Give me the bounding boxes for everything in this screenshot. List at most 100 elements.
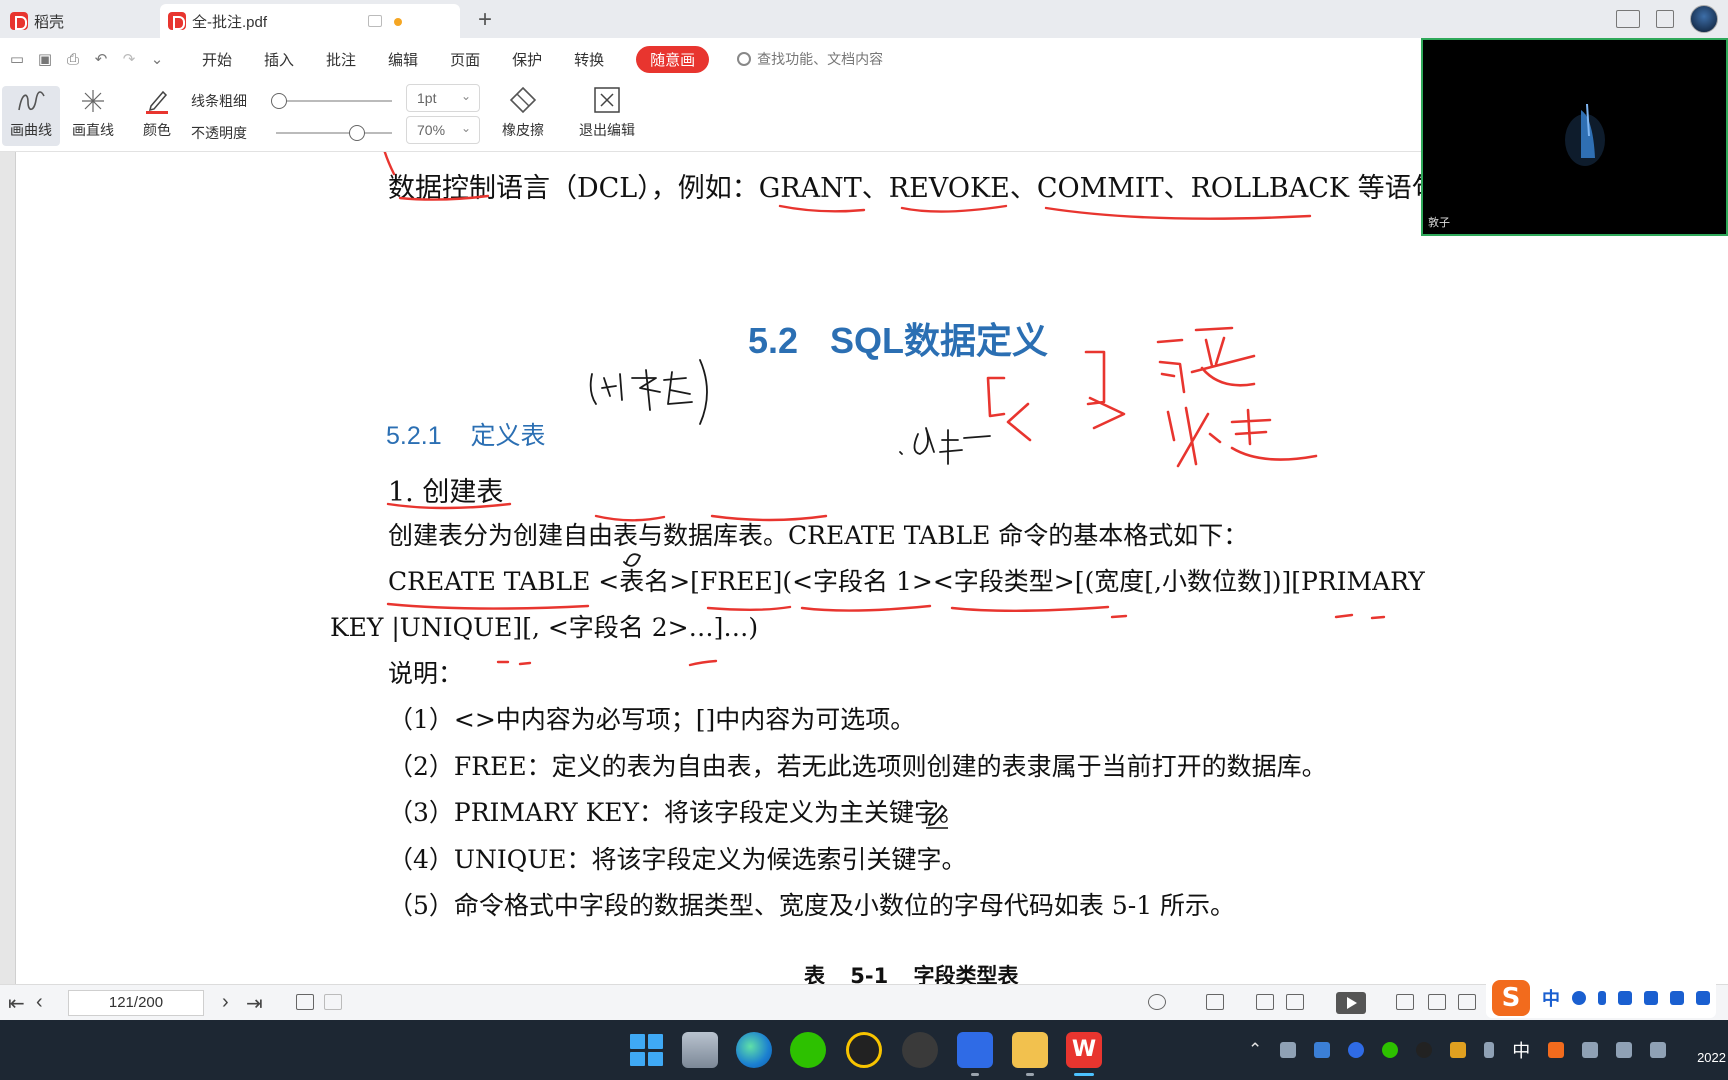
line-width-dropdown[interactable]: 1pt ⌄ [406, 84, 480, 112]
moon-icon[interactable] [1572, 991, 1586, 1005]
edge-browser-icon[interactable] [736, 1032, 772, 1068]
qq-icon[interactable] [846, 1032, 882, 1068]
menu-edit[interactable]: 编辑 [388, 49, 418, 70]
draw-line-button[interactable]: 画直线 [64, 86, 122, 146]
back-view-icon[interactable] [296, 994, 314, 1010]
running-indicator [1026, 1073, 1034, 1076]
quick-access-more-icon[interactable]: ⌄ [146, 50, 168, 68]
next-page-icon[interactable]: › [222, 991, 229, 1014]
eye-protect-icon[interactable] [1148, 994, 1166, 1010]
exit-edit-label: 退出编辑 [579, 122, 635, 138]
eraser-label: 橡皮擦 [502, 122, 544, 138]
opacity-value: 70% [417, 122, 446, 138]
pdf-page-view[interactable]: 数据控制语言（DCL），例如：GRANT、REVOKE、COMMIT、ROLLB… [0, 152, 1728, 988]
forward-view-icon[interactable] [324, 994, 342, 1010]
punctuation-icon[interactable] [1598, 991, 1606, 1005]
subsection-heading: 5.2.1 定义表 [386, 422, 546, 450]
ime-toolbar[interactable]: S 中 [1486, 978, 1716, 1018]
skin-icon[interactable] [1670, 991, 1684, 1005]
participant-video-icon [1565, 103, 1605, 166]
dual-page-icon[interactable] [1286, 994, 1304, 1010]
wechat-tray-icon[interactable] [1382, 1042, 1399, 1058]
undo-icon[interactable]: ↶ [90, 50, 112, 68]
display-icon[interactable] [1582, 1042, 1599, 1058]
last-page-icon[interactable]: ⇥ [246, 991, 263, 1016]
wps-office-icon[interactable]: W [1066, 1032, 1102, 1068]
toolbox-icon[interactable] [1696, 991, 1710, 1005]
print-icon[interactable]: ⎙ [62, 50, 84, 68]
microphone-icon[interactable] [1618, 991, 1632, 1005]
volume-icon[interactable] [1616, 1042, 1633, 1058]
tab-document[interactable]: 全-批注.pdf [160, 4, 460, 38]
obs-icon[interactable] [902, 1032, 938, 1068]
note-item: （1）<>中内容为必写项；[]中内容为可选项。 [388, 705, 916, 734]
docer-logo-icon [10, 12, 28, 30]
windows-logo-icon [630, 1034, 645, 1049]
menu-page[interactable]: 页面 [450, 49, 480, 70]
menu-freehand-active[interactable]: 随意画 [636, 45, 710, 73]
note-item: （5）命令格式中字段的数据类型、宽度及小数位的字母代码如表 5-1 所示。 [388, 891, 1236, 920]
title-right-controls [1616, 0, 1728, 38]
draw-curve-button[interactable]: 画曲线 [2, 86, 60, 146]
color-picker-button[interactable]: 颜色 [128, 86, 186, 146]
fit-page-icon[interactable] [1428, 994, 1446, 1010]
line-sparkle-icon [82, 90, 104, 112]
menu-insert[interactable]: 插入 [264, 49, 294, 70]
sync-icon[interactable] [1280, 1042, 1297, 1058]
bluetooth-icon[interactable] [1348, 1042, 1365, 1058]
line-width-slider[interactable] [276, 100, 392, 102]
eraser-button[interactable]: 橡皮擦 [488, 86, 558, 146]
menu-convert[interactable]: 转换 [574, 49, 604, 70]
opacity-slider-handle[interactable] [349, 125, 366, 141]
line-width-value: 1pt [417, 90, 437, 106]
continuous-page-icon[interactable] [1256, 994, 1274, 1010]
tab-home[interactable]: 稻壳 [4, 4, 154, 38]
page-number-input[interactable]: 121/200 [68, 990, 204, 1016]
pen-color-icon [146, 90, 168, 114]
chevron-down-icon: ⌄ [460, 121, 471, 135]
feishu-icon[interactable] [957, 1032, 993, 1068]
shield-icon[interactable] [1450, 1042, 1467, 1058]
wechat-icon[interactable] [790, 1032, 826, 1068]
clock-date[interactable]: 2022 [1697, 1050, 1726, 1065]
video-call-overlay[interactable]: 敦子 [1421, 38, 1728, 236]
opacity-dropdown[interactable]: 70% ⌄ [406, 116, 480, 144]
fit-width-icon[interactable] [1458, 994, 1476, 1010]
sogou-tray-icon[interactable] [1548, 1042, 1565, 1058]
play-slideshow-icon[interactable] [1336, 992, 1366, 1014]
keyboard-icon[interactable] [1644, 991, 1658, 1005]
new-tab-button[interactable]: + [478, 6, 492, 34]
save-icon[interactable]: ▣ [34, 50, 56, 68]
line-width-slider-handle[interactable] [271, 93, 287, 109]
ime-mode-label[interactable]: 中 [1542, 985, 1560, 1011]
input-language-indicator[interactable]: 中 [1512, 1037, 1530, 1063]
task-view-icon[interactable] [682, 1032, 718, 1068]
qq-tray-icon[interactable] [1416, 1042, 1433, 1058]
opacity-slider[interactable] [276, 132, 392, 134]
search-icon [737, 52, 752, 66]
redo-icon[interactable]: ↷ [118, 50, 140, 68]
menu-start[interactable]: 开始 [202, 49, 232, 70]
search-box[interactable]: 查找功能、文档内容 [737, 49, 883, 69]
chevron-up-icon[interactable]: ⌃ [1248, 1040, 1262, 1060]
first-page-icon[interactable]: ⇤ [8, 991, 25, 1016]
start-button[interactable] [628, 1032, 664, 1068]
line-width-label: 线条粗细 [191, 93, 247, 109]
prev-page-icon[interactable]: ‹ [36, 991, 43, 1014]
app-grid-icon[interactable] [1656, 10, 1674, 28]
exit-edit-button[interactable]: 退出编辑 [572, 86, 642, 146]
file-explorer-icon[interactable] [1012, 1032, 1048, 1068]
system-tray: ⌃ 中 [1248, 1020, 1667, 1080]
menu-annotate[interactable]: 批注 [326, 49, 356, 70]
menu-protect[interactable]: 保护 [512, 49, 542, 70]
security-icon[interactable] [1314, 1042, 1331, 1058]
sogou-logo-icon: S [1492, 980, 1530, 1016]
single-page-icon[interactable] [1206, 994, 1224, 1010]
microphone-icon[interactable] [1484, 1042, 1495, 1058]
battery-icon[interactable] [1650, 1042, 1667, 1058]
screen-icon[interactable] [368, 15, 382, 27]
actual-size-icon[interactable] [1396, 994, 1414, 1010]
open-folder-icon[interactable]: ▭ [6, 50, 28, 68]
reading-mode-icon[interactable] [1616, 10, 1640, 28]
avatar[interactable] [1690, 5, 1718, 33]
